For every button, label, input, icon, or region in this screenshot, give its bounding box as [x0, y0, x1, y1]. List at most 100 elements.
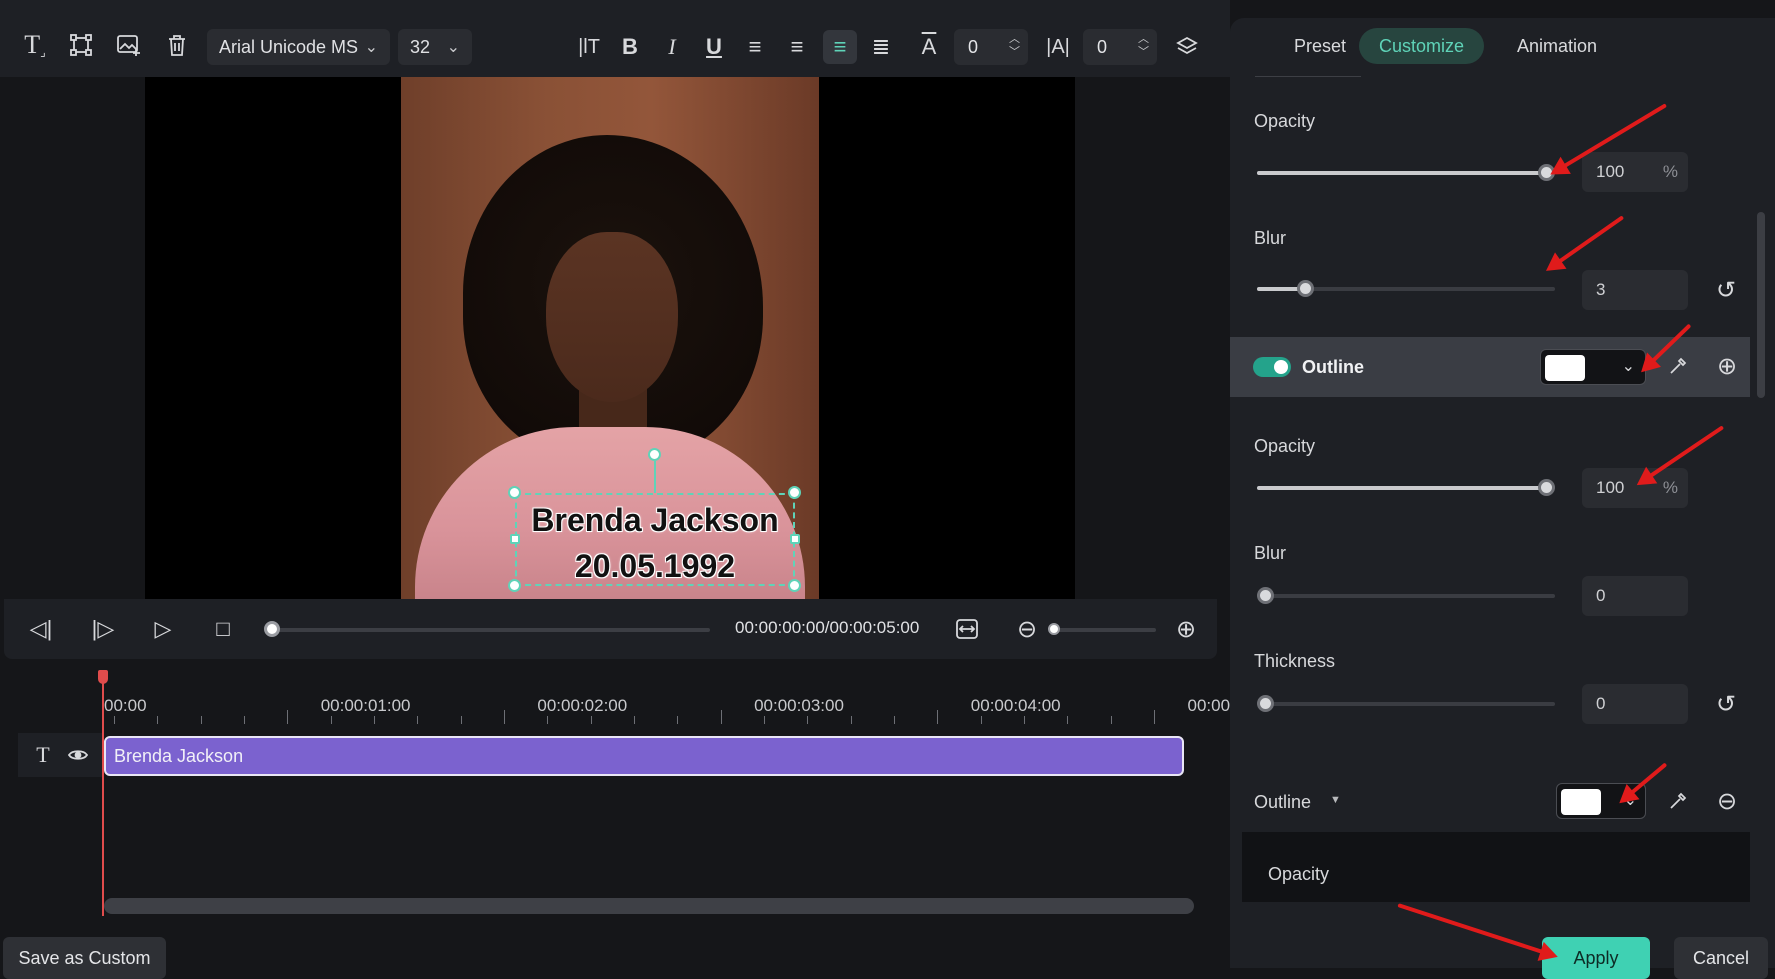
add-image-icon[interactable]: [112, 28, 146, 62]
ruler-tick: [764, 716, 766, 724]
trash-icon[interactable]: [160, 28, 194, 62]
stop-icon[interactable]: □: [206, 613, 240, 645]
outline-opacity-slider[interactable]: [1257, 479, 1555, 496]
tab-label: Animation: [1516, 35, 1598, 56]
eye-icon[interactable]: [64, 741, 92, 769]
bold-icon[interactable]: B: [616, 30, 644, 64]
slider-knob[interactable]: [1297, 280, 1314, 297]
thickness-label: Thickness: [1254, 651, 1336, 671]
align-left-icon[interactable]: ≡: [740, 30, 770, 64]
ruler-tick: [200, 716, 202, 724]
align-right-icon[interactable]: ≡: [782, 30, 812, 64]
italic-icon[interactable]: I: [658, 30, 686, 64]
text-direction-icon[interactable]: |lT: [574, 30, 604, 64]
rotate-handle[interactable]: [648, 448, 661, 461]
caption-text[interactable]: Brenda Jackson 20.05.1992: [515, 497, 795, 589]
font-family-select[interactable]: Arial Unicode MS ⌄: [207, 29, 390, 65]
outline-toggle[interactable]: [1253, 357, 1291, 377]
percent-unit: %: [1662, 162, 1678, 181]
caret-down-icon[interactable]: ▼: [1330, 794, 1341, 806]
video-preview[interactable]: Brenda Jackson 20.05.1992: [145, 77, 1075, 599]
playback-scrubber-knob[interactable]: [264, 621, 280, 637]
ruler-tick: [504, 710, 506, 724]
clip-label: Brenda Jackson: [114, 745, 244, 766]
button-label: Save as Custom: [18, 947, 151, 968]
playhead[interactable]: [102, 676, 104, 916]
slider-knob[interactable]: [1257, 695, 1274, 712]
shadow-blur-input[interactable]: 3: [1582, 270, 1688, 310]
outline-opacity-label: Opacity: [1254, 436, 1316, 456]
outline-blur-label: Blur: [1254, 543, 1287, 563]
ruler-tick: [114, 716, 115, 724]
text-toolbar: T ⌟ Arial Unicode MS ⌄ 32 ⌄ |lT B I U ≡ ≡…: [0, 0, 1230, 77]
panel-vertical-scrollbar[interactable]: [1757, 212, 1765, 398]
ruler-tick: [287, 710, 289, 724]
ruler-tick: [244, 716, 246, 724]
outline-color-picker[interactable]: ⌄: [1540, 349, 1646, 385]
ruler-label: 00:00:04:00: [970, 696, 1061, 715]
thickness-input[interactable]: 0: [1582, 684, 1688, 724]
text-clip[interactable]: Brenda Jackson: [104, 736, 1184, 776]
outline-blur-slider[interactable]: [1257, 587, 1555, 604]
apply-button[interactable]: Apply: [1542, 937, 1650, 979]
char-spacing-input[interactable]: 0 ︿ ﹀: [954, 29, 1028, 65]
reset-icon[interactable]: ↺: [1712, 276, 1740, 304]
add-circle-icon[interactable]: ⊕: [1712, 351, 1742, 381]
portrait-face: [546, 232, 678, 402]
playback-scrubber[interactable]: [272, 628, 710, 632]
zoom-slider-knob[interactable]: [1048, 623, 1060, 635]
tab-animation[interactable]: Animation: [1504, 28, 1610, 64]
stepper-icon[interactable]: ︿ ﹀: [1138, 33, 1149, 59]
slider-knob[interactable]: [1538, 479, 1555, 496]
thickness-slider[interactable]: [1257, 695, 1555, 712]
char-spacing-value: 0: [968, 36, 979, 57]
ruler-tick: [807, 716, 809, 724]
shadow-opacity-slider[interactable]: [1257, 164, 1555, 181]
rotate-handle-line: [654, 461, 656, 493]
transform-icon[interactable]: [64, 28, 98, 62]
shadow-blur-value: 3: [1596, 280, 1606, 299]
next-frame-icon[interactable]: |▷: [86, 613, 120, 645]
ruler-tick: [634, 716, 636, 724]
reset-icon[interactable]: ↺: [1712, 690, 1740, 718]
stepper-icon[interactable]: ︿ ﹀: [1009, 33, 1020, 59]
justify-icon[interactable]: ≣: [866, 30, 896, 64]
line-spacing-input[interactable]: 0 ︿ ﹀: [1083, 29, 1157, 65]
zoom-out-icon[interactable]: ⊖: [1012, 614, 1042, 644]
text-tool-icon[interactable]: T ⌟: [18, 28, 52, 62]
char-spacing-icon[interactable]: A: [914, 30, 944, 64]
previous-frame-icon[interactable]: ◁|: [24, 613, 58, 645]
fit-width-icon[interactable]: [952, 614, 982, 644]
play-icon[interactable]: ▷: [146, 613, 180, 645]
line-spacing-icon[interactable]: |A|: [1042, 30, 1074, 64]
layers-icon[interactable]: [1170, 30, 1204, 64]
underline-icon[interactable]: U: [700, 30, 728, 64]
slider-knob[interactable]: [1257, 587, 1274, 604]
tab-customize[interactable]: Customize: [1359, 28, 1484, 64]
timeline: 00:00 00:00:01:00 00:00:02:00 00:00:03:00 00…: [0, 660, 1249, 968]
eyedropper-icon[interactable]: [1664, 786, 1692, 816]
tab-label: Customize: [1378, 35, 1465, 56]
zoom-in-icon[interactable]: ⊕: [1171, 614, 1201, 644]
ruler-label: 00:00:03:00: [754, 696, 844, 715]
zoom-slider[interactable]: [1052, 628, 1156, 632]
eyedropper-icon[interactable]: [1664, 351, 1692, 381]
timeline-ruler[interactable]: 00:00 00:00:01:00 00:00:02:00 00:00:03:00 00…: [104, 660, 1249, 732]
align-center-icon[interactable]: ≡: [823, 30, 857, 64]
slider-fill: [1257, 486, 1546, 490]
timeline-horizontal-scrollbar[interactable]: [104, 898, 1194, 914]
shadow-blur-slider[interactable]: [1257, 280, 1555, 297]
outline-blur-input[interactable]: 0: [1582, 576, 1688, 616]
cancel-button[interactable]: Cancel: [1674, 937, 1768, 979]
tab-underline: [1255, 76, 1361, 77]
playhead-marker[interactable]: [98, 670, 108, 684]
save-as-custom-button[interactable]: Save as Custom: [3, 937, 166, 979]
ruler-tick: [1024, 716, 1026, 724]
outline2-label: Outline: [1254, 792, 1312, 812]
remove-circle-icon[interactable]: ⊖: [1712, 786, 1742, 816]
font-size-select[interactable]: 32 ⌄: [398, 29, 472, 65]
tab-label: Preset: [1293, 35, 1347, 56]
ruler-tick: [157, 716, 159, 724]
ruler-tick: [1067, 716, 1069, 724]
shadow-opacity-input[interactable]: 100 %: [1582, 152, 1688, 192]
